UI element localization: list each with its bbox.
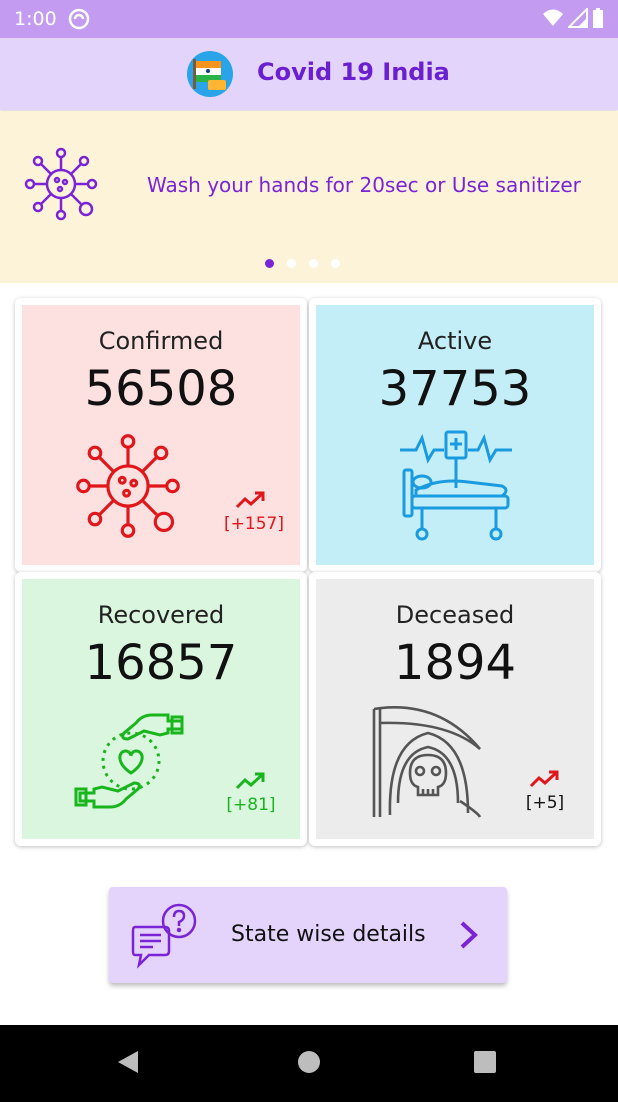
trend-up-icon: [235, 772, 267, 795]
battery-icon: [592, 8, 604, 32]
banner-message: Wash your hands for 20sec or Use sanitiz…: [147, 173, 581, 197]
signal-icon: [566, 6, 588, 32]
confirmed-trend: [+157]: [224, 490, 284, 534]
active-value: 37753: [378, 361, 532, 417]
status-time: 1:00: [14, 8, 57, 30]
tips-banner[interactable]: Wash your hands for 20sec or Use sanitiz…: [0, 111, 618, 283]
confirmed-card-body: Confirmed 56508 [+157]: [22, 305, 300, 565]
trend-up-icon: [235, 491, 267, 514]
recovered-value: 16857: [84, 635, 238, 691]
recovered-card-body: Recovered 16857 [+81]: [22, 579, 300, 839]
recovered-trend: [+81]: [224, 771, 278, 815]
recovered-delta: [+81]: [226, 795, 276, 815]
chevron-right-icon: [457, 919, 481, 955]
back-icon[interactable]: [116, 1049, 140, 1079]
confirmed-delta: [+157]: [224, 514, 284, 534]
active-card-body: Active 37753: [316, 305, 594, 565]
state-wise-details-label: State wise details: [231, 922, 426, 947]
recents-icon[interactable]: [473, 1049, 497, 1079]
carousel-dot[interactable]: [287, 259, 296, 268]
app-title: Covid 19 India: [257, 58, 450, 86]
deceased-label: Deceased: [395, 601, 515, 629]
confirmed-card[interactable]: Confirmed 56508 [+157]: [15, 298, 307, 572]
carousel-dot[interactable]: [309, 259, 318, 268]
deceased-trend: [+5]: [518, 769, 572, 813]
india-flag-logo-icon: [186, 50, 234, 98]
trend-up-icon: [529, 770, 561, 793]
confirmed-value: 56508: [84, 361, 238, 417]
wifi-icon: [542, 8, 564, 32]
virus-icon: [72, 430, 184, 546]
recovered-card[interactable]: Recovered 16857 [+81]: [15, 572, 307, 846]
deceased-value: 1894: [393, 635, 517, 691]
recovered-label: Recovered: [97, 601, 225, 629]
deceased-card[interactable]: Deceased 1894 [+5]: [309, 572, 601, 846]
active-label: Active: [417, 327, 493, 355]
carousel-indicator[interactable]: [265, 259, 340, 268]
carousel-dot[interactable]: [331, 259, 340, 268]
status-bar: 1:00: [0, 0, 618, 38]
confirmed-label: Confirmed: [98, 327, 224, 355]
carousel-dot[interactable]: [265, 259, 274, 268]
grim-reaper-icon: [368, 703, 484, 823]
notification-icon: [68, 8, 90, 34]
app-bar: Covid 19 India: [0, 38, 618, 110]
active-card[interactable]: Active 37753: [309, 298, 601, 572]
deceased-delta: [+5]: [525, 793, 565, 813]
deceased-card-body: Deceased 1894 [+5]: [316, 579, 594, 839]
virus-icon: [22, 145, 100, 227]
hospital-bed-icon: [398, 430, 514, 550]
caring-hands-icon: [72, 711, 190, 815]
state-wise-details-button[interactable]: State wise details: [109, 887, 507, 983]
system-navigation-bar: [0, 1025, 618, 1102]
chat-question-icon: [131, 901, 203, 975]
home-icon[interactable]: [297, 1049, 321, 1079]
